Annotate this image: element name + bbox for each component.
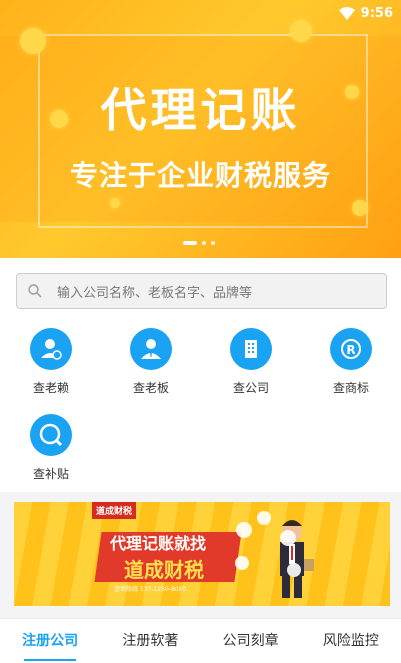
quick-action-trademark[interactable]: R 查商标 (321, 328, 381, 396)
quick-action-company[interactable]: 查公司 (221, 328, 281, 396)
quick-action-boss[interactable]: 查老板 (121, 328, 181, 396)
debtor-person-icon (30, 328, 72, 370)
quick-action-debtor[interactable]: 查老赖 (21, 328, 81, 396)
ad-banner[interactable]: 道成财税 代理记账就找 道成财税 咨询热线 137-1250-8060 (14, 502, 390, 606)
status-time: 9:56 (360, 6, 393, 21)
promo-banner[interactable]: 代理记账 专注于企业财税服务 9:56 (0, 0, 401, 258)
search-input[interactable]: 输入公司名称、老板名字、品牌等 (16, 273, 387, 309)
search-icon (28, 284, 42, 298)
ad-section: 道成财税 代理记账就找 道成财税 咨询热线 137-1250-8060 (0, 492, 401, 618)
banner-title: 代理记账 (100, 83, 301, 137)
svg-text:R: R (346, 343, 355, 357)
bottom-tabs: 注册公司 注册软著 公司刻章 风险监控 (0, 618, 401, 663)
decor-icons (235, 511, 301, 577)
wifi-icon (338, 6, 355, 20)
tab-register-software[interactable]: 注册软著 (100, 619, 200, 663)
building-icon (230, 328, 272, 370)
quick-action-subsidy[interactable]: 查补贴 (21, 414, 81, 482)
subsidy-search-icon (30, 414, 72, 456)
quick-action-label: 查补贴 (32, 467, 69, 481)
ad-line1: 代理记账就找 (110, 534, 207, 553)
boss-person-icon (130, 328, 172, 370)
ad-line2: 道成财税 (124, 558, 204, 582)
quick-action-label: 查公司 (232, 381, 269, 395)
quick-action-label: 查老赖 (32, 381, 69, 395)
banner-pager[interactable] (183, 241, 215, 245)
pager-dot[interactable] (211, 241, 215, 245)
banner-decor-dot (20, 28, 46, 54)
search-section: 输入公司名称、老板名字、品牌等 (0, 258, 401, 322)
banner-decor-dot (290, 20, 312, 42)
trademark-icon: R (330, 328, 372, 370)
status-bar: 9:56 (338, 6, 393, 21)
ad-brand-tag: 道成财税 (92, 502, 137, 519)
banner-subtitle: 专注于企业财税服务 (69, 159, 331, 192)
tab-company-seal[interactable]: 公司刻章 (201, 619, 301, 663)
pager-dot[interactable] (202, 241, 206, 245)
quick-action-label: 查商标 (332, 381, 369, 395)
ad-contact: 咨询热线 137-1250-8060 (114, 586, 187, 593)
pager-dot-active[interactable] (183, 241, 197, 245)
search-placeholder: 输入公司名称、老板名字、品牌等 (57, 285, 253, 301)
banner-decor-dot (110, 198, 120, 208)
tab-risk-monitor[interactable]: 风险监控 (301, 619, 401, 663)
quick-action-label: 查老板 (132, 381, 169, 395)
banner-decor-dot (352, 200, 368, 216)
tab-register-company[interactable]: 注册公司 (0, 619, 100, 663)
